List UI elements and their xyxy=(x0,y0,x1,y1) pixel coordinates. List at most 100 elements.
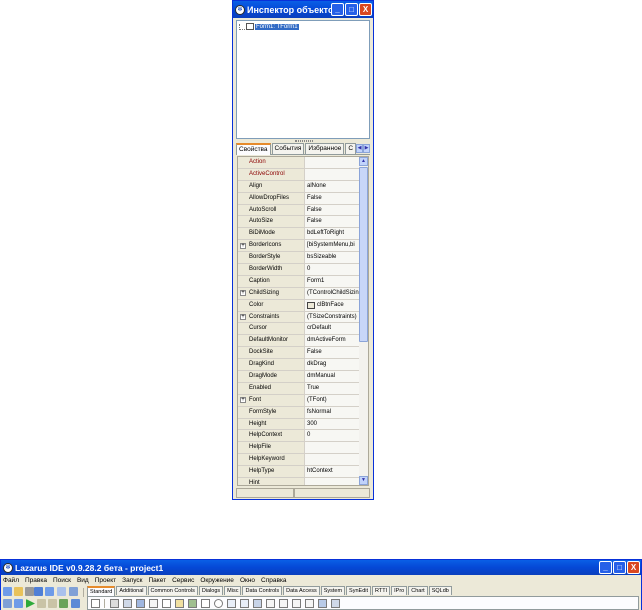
property-row[interactable]: HelpType htContext xyxy=(238,466,360,479)
property-row[interactable]: Cursor crDefault xyxy=(238,323,360,336)
frame-icon[interactable] xyxy=(318,599,327,608)
property-row[interactable]: DragMode dmManual xyxy=(238,371,360,383)
property-value[interactable]: dkDrag xyxy=(305,359,360,371)
pause-icon[interactable] xyxy=(37,599,46,608)
menu-item[interactable]: Пакет xyxy=(149,577,167,584)
stop-icon[interactable] xyxy=(48,599,57,608)
palette-tab[interactable]: Additional xyxy=(116,586,147,595)
property-value[interactable]: alNone xyxy=(305,180,360,192)
palette-tab[interactable]: Chart xyxy=(408,586,428,595)
tab-scroll-right-icon[interactable]: ▶ xyxy=(363,144,370,153)
property-value[interactable] xyxy=(305,478,360,485)
property-value[interactable]: clBtnFace xyxy=(305,299,360,311)
button-icon[interactable] xyxy=(136,599,145,608)
main-menu-icon[interactable] xyxy=(110,599,119,608)
tab-1[interactable]: События xyxy=(271,143,305,154)
tab-2[interactable]: Избранное xyxy=(305,143,345,154)
property-value[interactable]: htContext xyxy=(305,466,360,478)
property-row[interactable]: ActiveControl xyxy=(238,168,360,181)
property-row[interactable]: Hint xyxy=(238,478,360,485)
expand-icon[interactable]: + xyxy=(240,397,246,404)
menu-item[interactable]: Окно xyxy=(240,577,255,584)
property-row[interactable]: BiDiMode bdLeftToRight xyxy=(238,228,360,241)
edit-icon[interactable] xyxy=(162,599,171,608)
palette-tab[interactable]: SynEdit xyxy=(346,586,372,595)
menu-item[interactable]: Сервис xyxy=(172,577,194,584)
property-row[interactable]: Caption Form1 xyxy=(238,275,360,288)
property-value[interactable] xyxy=(305,168,360,180)
property-row[interactable]: FormStyle fsNormal xyxy=(238,406,360,419)
menu-item[interactable]: Вид xyxy=(77,577,89,584)
palette-tab[interactable]: SQLdb xyxy=(428,586,452,595)
toggle-box-icon[interactable] xyxy=(188,599,197,608)
property-value[interactable]: (TControlChildSizin xyxy=(305,287,360,299)
groupbox-icon[interactable] xyxy=(266,599,275,608)
expand-icon[interactable]: + xyxy=(240,314,246,321)
menu-item[interactable]: Поиск xyxy=(53,577,71,584)
property-value[interactable]: False xyxy=(305,204,360,216)
action-list-icon[interactable] xyxy=(331,599,340,608)
property-row[interactable]: BorderStyle bsSizeable xyxy=(238,252,360,265)
tab-scroll-left-icon[interactable]: ◀ xyxy=(356,144,363,153)
ide-maximize-button[interactable]: □ xyxy=(613,561,626,574)
memo-icon[interactable] xyxy=(175,599,184,608)
property-value[interactable]: fsNormal xyxy=(305,406,360,418)
menu-item[interactable]: Справка xyxy=(261,577,287,584)
radiogroup-icon[interactable] xyxy=(279,599,288,608)
property-row[interactable]: DefaultMonitor dmActiveForm xyxy=(238,335,360,348)
property-value[interactable]: dmManual xyxy=(305,371,360,382)
property-row[interactable]: + ChildSizing (TControlChildSizin xyxy=(238,287,360,300)
radio-button-icon[interactable] xyxy=(214,599,223,608)
popup-menu-icon[interactable] xyxy=(123,599,132,608)
menu-item[interactable]: Проект xyxy=(95,577,116,584)
property-row[interactable]: HelpFile xyxy=(238,442,360,455)
property-row[interactable]: + BorderIcons [biSystemMenu,bi xyxy=(238,240,360,253)
palette-tab[interactable]: Dialogs xyxy=(198,586,224,595)
maximize-button[interactable]: □ xyxy=(345,3,358,16)
property-value[interactable]: (TFont) xyxy=(305,394,360,406)
property-value[interactable]: bdLeftToRight xyxy=(305,228,360,240)
expand-icon[interactable]: + xyxy=(240,290,246,297)
property-row[interactable]: AutoScroll False xyxy=(238,204,360,217)
minimize-button[interactable]: _ xyxy=(331,3,344,16)
property-row[interactable]: DragKind dkDrag xyxy=(238,359,360,372)
property-value[interactable] xyxy=(305,442,360,454)
property-row[interactable]: BorderWidth 0 xyxy=(238,264,360,276)
close-button[interactable]: X xyxy=(359,3,372,16)
palette-tab[interactable]: IPro xyxy=(391,586,408,595)
property-row[interactable]: AutoSize False xyxy=(238,216,360,229)
property-row[interactable]: Align alNone xyxy=(238,180,360,193)
selection-pointer-icon[interactable] xyxy=(91,599,100,608)
menu-item[interactable]: Запуск xyxy=(122,577,142,584)
toggle-form-icon[interactable] xyxy=(57,587,66,596)
property-row[interactable]: + Constraints (TSizeConstraints) xyxy=(238,311,360,324)
view-forms-icon[interactable] xyxy=(3,599,12,608)
palette-tab[interactable]: Standard xyxy=(87,586,116,596)
property-value[interactable]: False xyxy=(305,216,360,228)
new-unit-icon[interactable] xyxy=(3,587,12,596)
scrollbar-icon[interactable] xyxy=(253,599,262,608)
scroll-up-icon[interactable]: ▲ xyxy=(359,157,368,166)
property-row[interactable]: Enabled True xyxy=(238,382,360,395)
menu-item[interactable]: Окружение xyxy=(200,577,234,584)
step-into-icon[interactable] xyxy=(59,599,68,608)
palette-tab[interactable]: Misc xyxy=(224,586,242,595)
property-value[interactable]: (TSizeConstraints) xyxy=(305,311,360,323)
save-icon[interactable] xyxy=(34,587,43,596)
property-row[interactable]: HelpContext 0 xyxy=(238,430,360,443)
listbox-icon[interactable] xyxy=(227,599,236,608)
palette-tab[interactable]: System xyxy=(320,586,346,595)
property-value[interactable]: 0 xyxy=(305,430,360,442)
scroll-down-icon[interactable]: ▼ xyxy=(359,476,368,485)
property-value[interactable]: True xyxy=(305,382,360,394)
property-value[interactable]: [biSystemMenu,bi xyxy=(305,240,360,252)
ide-titlebar[interactable]: ✻ Lazarus IDE v0.9.28.2 бета - project1 … xyxy=(1,560,641,575)
panel-icon[interactable] xyxy=(305,599,314,608)
property-row[interactable]: DockSite False xyxy=(238,347,360,360)
splitter-handle[interactable] xyxy=(295,140,313,142)
property-value[interactable]: 300 xyxy=(305,418,360,430)
save-all-icon[interactable] xyxy=(45,587,54,596)
palette-tab[interactable]: Common Controls xyxy=(147,586,198,595)
property-row[interactable]: HelpKeyword xyxy=(238,454,360,467)
property-value[interactable] xyxy=(305,157,360,168)
